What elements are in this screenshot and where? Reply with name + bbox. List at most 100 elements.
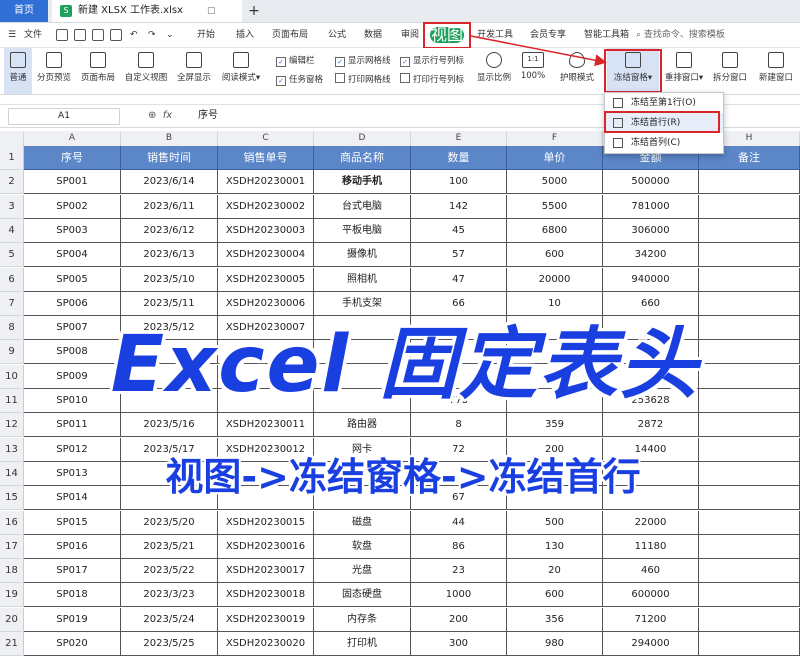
table-cell[interactable]: SP005 [24,268,121,292]
hamburger-icon[interactable]: ☰ [8,23,16,47]
eye-care-button[interactable]: 护眼模式 [556,48,598,94]
menu-review[interactable]: 审阅 [401,23,419,47]
row-header[interactable]: 10 [0,365,24,389]
table-cell[interactable]: 300 [411,632,507,656]
table-cell[interactable] [699,389,800,413]
table-cell[interactable] [699,559,800,583]
header-cell[interactable]: 数量 [411,146,507,170]
table-cell[interactable]: XSDH20230003 [218,219,314,243]
name-box[interactable]: A1 [8,108,120,125]
split-window-button[interactable]: 拆分窗口 [710,48,750,94]
fullscreen-button[interactable]: 全屏显示 [174,48,214,94]
zoom-100-button[interactable]: 1:1 100% [518,48,548,94]
table-cell[interactable]: SP015 [24,511,121,535]
table-cell[interactable] [699,511,800,535]
table-cell[interactable]: 打印机 [314,632,411,656]
table-cell[interactable]: SP011 [24,413,121,437]
table-cell[interactable]: 600000 [603,583,699,607]
table-cell[interactable]: SP020 [24,632,121,656]
table-cell[interactable]: 照相机 [314,268,411,292]
export-icon[interactable] [74,29,86,41]
tab-home[interactable]: 首页 [0,0,48,22]
zoom-in-icon[interactable]: ⊕ [148,110,156,121]
table-cell[interactable]: 86 [411,535,507,559]
table-cell[interactable] [699,340,800,364]
table-cell[interactable]: 2023/5/22 [121,559,218,583]
normal-view-button[interactable]: 普通 [4,48,32,94]
new-window-button[interactable]: 新建窗口 [754,48,798,94]
checkbox-task-pane[interactable]: ✓ 任务窗格 [276,73,323,86]
table-cell[interactable] [699,292,800,316]
table-cell[interactable]: SP003 [24,219,121,243]
table-cell[interactable]: 356 [507,608,603,632]
menu-data[interactable]: 数据 [364,23,382,47]
table-cell[interactable] [699,438,800,462]
row-header[interactable]: 16 [0,511,24,535]
table-cell[interactable] [699,413,800,437]
table-cell[interactable]: XSDH20230018 [218,583,314,607]
table-cell[interactable] [699,365,800,389]
table-cell[interactable]: 460 [603,559,699,583]
table-cell[interactable]: XSDH20230016 [218,535,314,559]
tab-file[interactable]: S 新建 XLSX 工作表.xlsx ▢ ✕ [52,0,242,38]
row-header[interactable]: 12 [0,413,24,437]
row-header[interactable]: 17 [0,535,24,559]
menu-insert[interactable]: 插入 [236,23,254,47]
table-cell[interactable]: 20000 [507,268,603,292]
page-break-preview-button[interactable]: 分页预览 [34,48,74,94]
customize-icon[interactable]: ⌄ [166,23,174,47]
table-cell[interactable]: 6800 [507,219,603,243]
table-cell[interactable]: SP019 [24,608,121,632]
table-cell[interactable]: 34200 [603,243,699,267]
table-cell[interactable]: 940000 [603,268,699,292]
table-cell[interactable]: 100 [411,170,507,194]
print-icon[interactable] [92,29,104,41]
table-cell[interactable]: 20 [507,559,603,583]
table-cell[interactable]: 306000 [603,219,699,243]
table-cell[interactable]: 500000 [603,170,699,194]
table-cell[interactable]: XSDH20230001 [218,170,314,194]
table-cell[interactable]: 磁盘 [314,511,411,535]
select-all-corner[interactable] [0,131,24,146]
table-cell[interactable]: 2872 [603,413,699,437]
column-header[interactable]: A [24,131,121,146]
table-cell[interactable] [699,608,800,632]
table-cell[interactable]: 2023/5/16 [121,413,218,437]
row-header[interactable]: 4 [0,219,24,243]
reading-mode-button[interactable]: 阅读模式▾ [218,48,264,94]
table-cell[interactable]: SP016 [24,535,121,559]
zoom-button[interactable]: 显示比例 [474,48,514,94]
table-cell[interactable]: SP012 [24,438,121,462]
table-cell[interactable]: XSDH20230004 [218,243,314,267]
table-cell[interactable]: 71200 [603,608,699,632]
table-cell[interactable] [699,583,800,607]
checkbox-print-headings[interactable]: 打印行号列标 [400,73,464,85]
header-cell[interactable]: 销售单号 [218,146,314,170]
table-cell[interactable]: 44 [411,511,507,535]
row-header[interactable]: 5 [0,243,24,267]
row-header[interactable]: 3 [0,195,24,219]
menu-start[interactable]: 开始 [197,23,215,47]
table-cell[interactable]: 平板电脑 [314,219,411,243]
menu-smart-tools[interactable]: 智能工具箱 [584,23,629,47]
table-cell[interactable]: 500 [507,511,603,535]
column-header[interactable]: B [121,131,218,146]
table-cell[interactable]: 2023/5/21 [121,535,218,559]
table-cell[interactable]: 47 [411,268,507,292]
table-cell[interactable] [699,268,800,292]
table-cell[interactable] [699,632,800,656]
table-cell[interactable]: 57 [411,243,507,267]
menu-developer[interactable]: 开发工具 [477,23,513,47]
table-cell[interactable]: 5000 [507,170,603,194]
row-header[interactable]: 14 [0,462,24,486]
table-cell[interactable]: XSDH20230019 [218,608,314,632]
table-cell[interactable] [699,462,800,486]
table-cell[interactable]: 980 [507,632,603,656]
header-cell[interactable]: 销售时间 [121,146,218,170]
table-cell[interactable]: 294000 [603,632,699,656]
print-preview-icon[interactable] [110,29,122,41]
checkbox-show-headings[interactable]: ✓ 显示行号列标 [400,54,464,67]
table-cell[interactable]: SP004 [24,243,121,267]
menu-file[interactable]: 文件 [24,23,42,47]
menu-page-layout[interactable]: 页面布局 [272,23,308,47]
